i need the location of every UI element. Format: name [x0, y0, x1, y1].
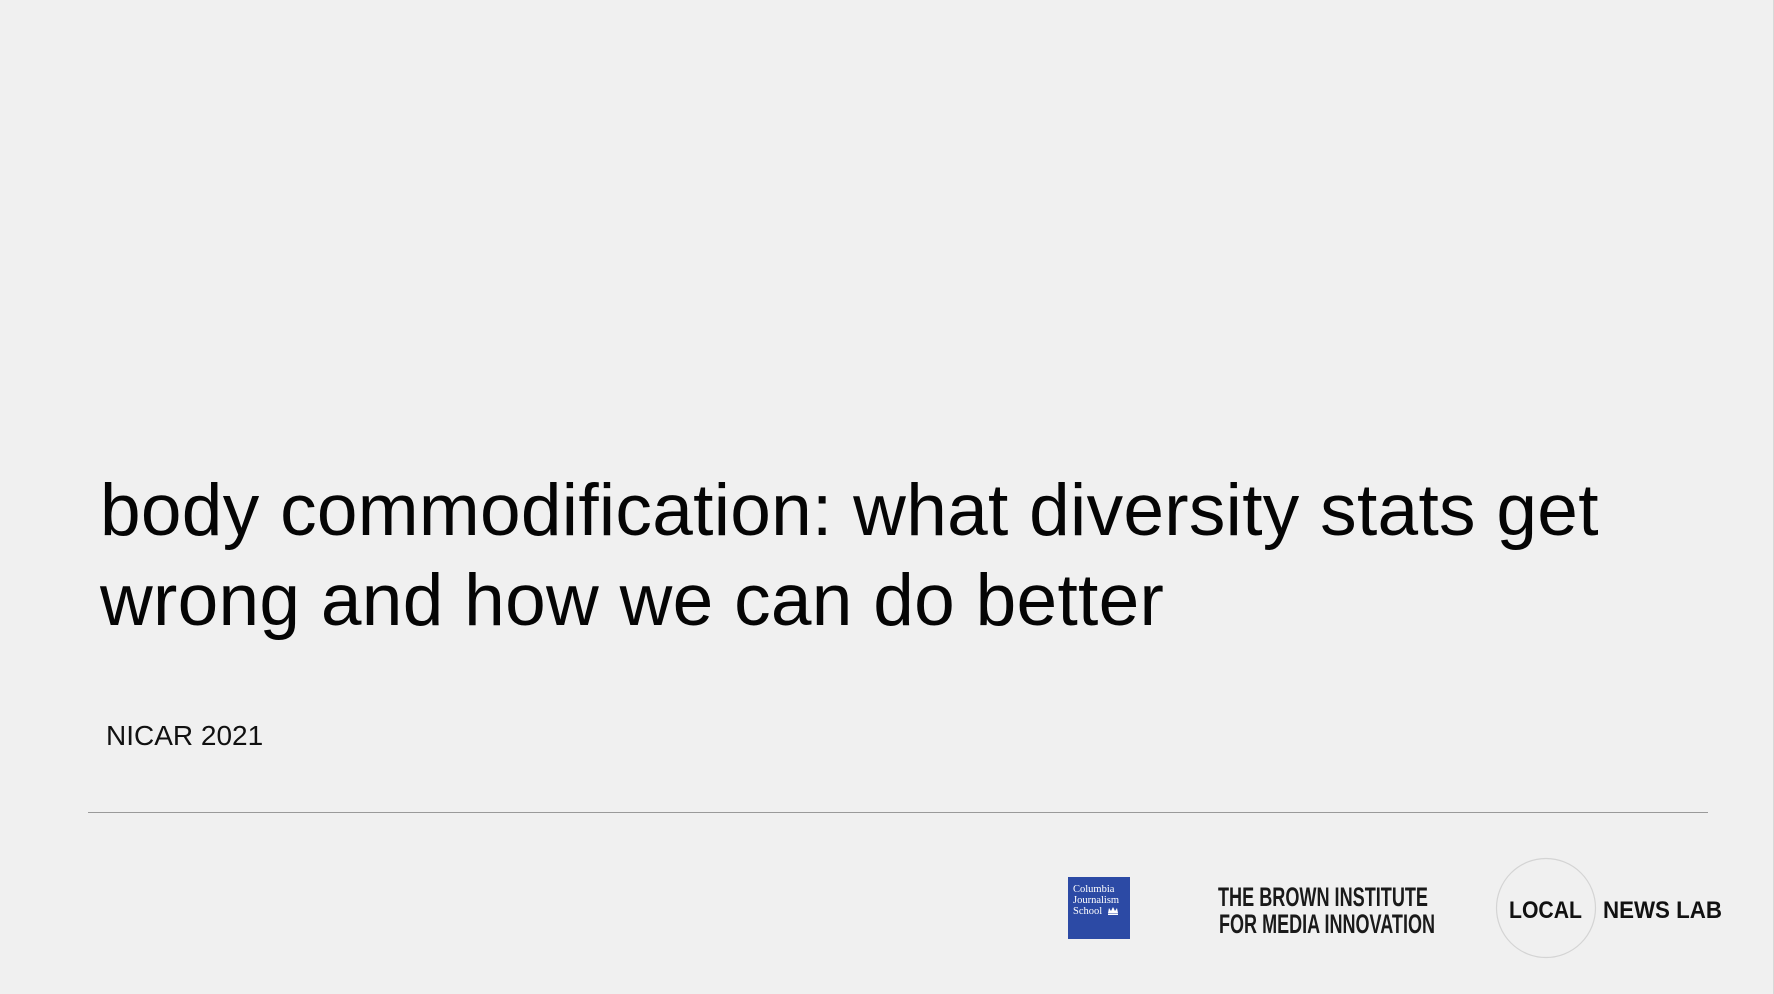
columbia-logo-line-3: School — [1073, 906, 1102, 917]
brown-institute-logo: THE BROWN INSTITUTE FOR MEDIA INNOVATION — [1218, 882, 1435, 938]
columbia-crown-icon — [1108, 907, 1118, 915]
columbia-logo-line-1: Columbia — [1073, 884, 1115, 895]
local-news-lab-newslab-text: NEWS LAB — [1603, 897, 1722, 924]
local-news-lab-local-text: LOCAL — [1509, 897, 1582, 924]
slide-title-line-2: wrong and how we can do better — [100, 560, 1165, 641]
local-news-lab-logo: LOCAL NEWS LAB — [1495, 857, 1722, 959]
columbia-logo-wordmark: Columbia Journalism School — [1073, 884, 1119, 917]
title-slide: body commodification: what diversity sta… — [0, 0, 1774, 994]
columbia-logo-line-2: Journalism — [1073, 895, 1119, 906]
brown-logo-line-1: THE BROWN INSTITUTE — [1218, 882, 1428, 912]
slide-title: body commodification: what diversity sta… — [100, 466, 1660, 646]
slide-subtitle: NICAR 2021 — [106, 720, 264, 751]
slide-title-line-1: body commodification: what diversity sta… — [100, 470, 1599, 551]
brown-logo-line-2: FOR MEDIA INNOVATION — [1219, 909, 1435, 938]
columbia-journalism-school-logo: Columbia Journalism School — [1068, 877, 1130, 939]
divider — [88, 812, 1708, 813]
